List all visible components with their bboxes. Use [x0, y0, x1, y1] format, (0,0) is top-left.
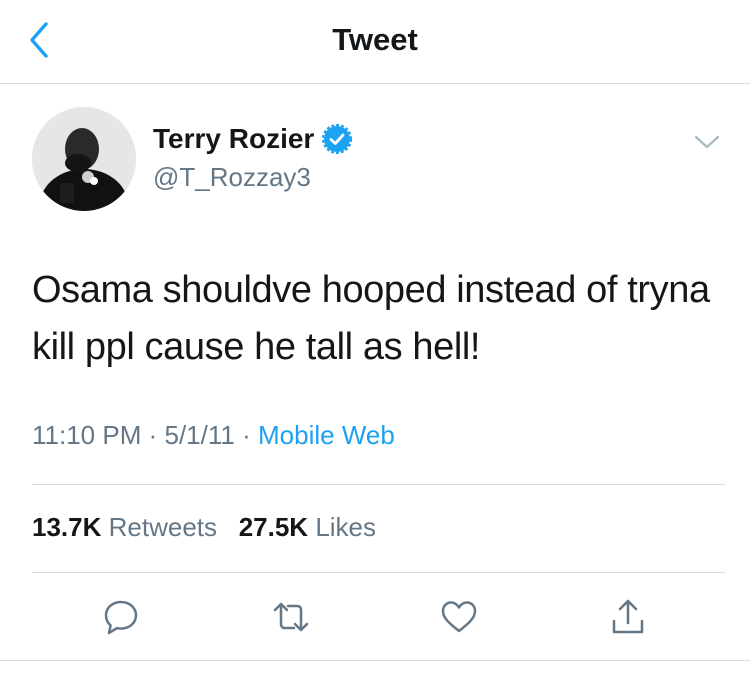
meta-separator: ·	[148, 420, 158, 450]
tweet-date: 5/1/11	[164, 420, 235, 450]
avatar-image	[32, 107, 136, 211]
engagement-stats: 13.7K Retweets 27.5K Likes	[32, 512, 376, 543]
author-handle[interactable]: @T_Rozzay3	[153, 162, 311, 193]
divider	[32, 572, 725, 573]
tweet-meta: 11:10 PM · 5/1/11 · Mobile Web	[32, 420, 395, 451]
likes-count: 27.5K	[238, 512, 309, 542]
retweet-icon[interactable]	[271, 597, 311, 637]
divider	[32, 484, 725, 485]
page-title: Tweet	[332, 22, 418, 57]
like-icon[interactable]	[439, 597, 479, 637]
divider	[0, 660, 750, 661]
author-row: Terry Rozier	[153, 123, 353, 155]
retweets-count: 13.7K	[32, 512, 102, 542]
tweet-text: Osama shouldve hooped instead of tryna k…	[32, 269, 710, 368]
chevron-down-icon[interactable]	[692, 130, 722, 154]
share-icon[interactable]	[608, 597, 648, 637]
author-name[interactable]: Terry Rozier	[153, 123, 314, 155]
likes-stat[interactable]: 27.5K Likes	[239, 512, 376, 542]
likes-label: Likes	[315, 512, 377, 542]
tweet-time: 11:10 PM	[32, 420, 142, 450]
meta-separator: ·	[242, 420, 251, 450]
retweets-label: Retweets	[108, 512, 218, 542]
retweets-stat[interactable]: 13.7K Retweets	[32, 512, 217, 542]
avatar[interactable]	[32, 107, 136, 211]
tweet-source-link[interactable]: Mobile Web	[258, 420, 395, 450]
navigation-bar: Tweet	[0, 0, 750, 84]
reply-icon[interactable]	[101, 597, 141, 637]
verified-badge-icon	[322, 124, 353, 154]
